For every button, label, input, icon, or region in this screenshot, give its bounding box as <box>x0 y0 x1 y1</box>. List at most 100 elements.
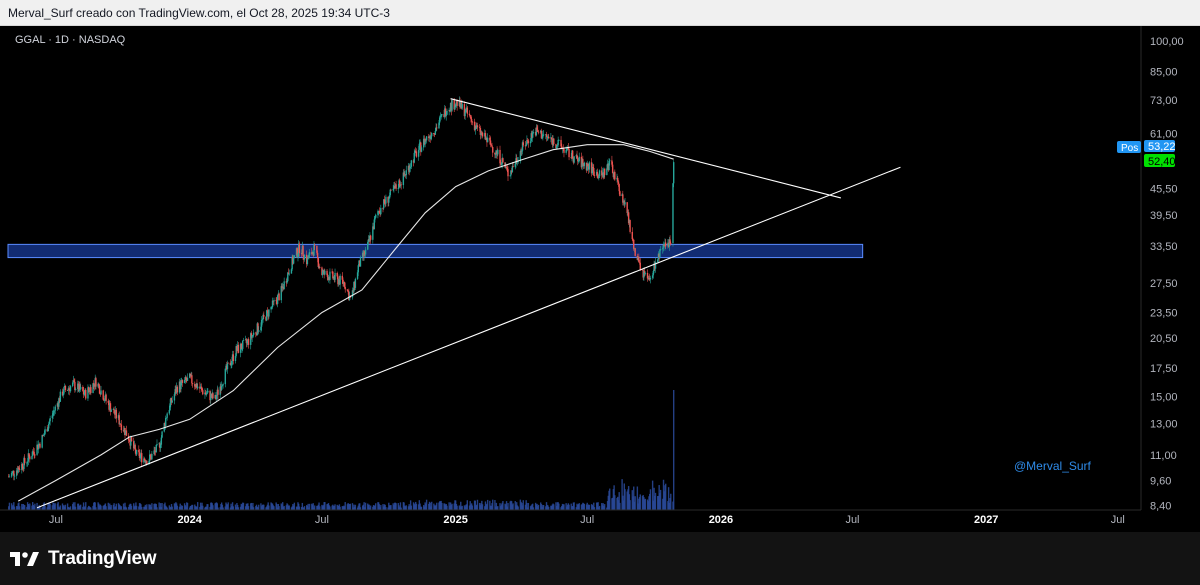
candle-body <box>212 393 214 399</box>
candle-body <box>298 243 301 253</box>
candle-body <box>619 191 621 197</box>
volume-bar <box>395 503 397 510</box>
volume-bar <box>583 503 586 510</box>
candle-body <box>288 273 290 275</box>
candle-body <box>390 189 392 191</box>
candle-body <box>598 170 601 177</box>
candle-body <box>100 390 102 395</box>
candle-body <box>165 417 167 427</box>
candle-body <box>507 169 509 177</box>
trendlines-layer <box>36 98 901 509</box>
candle-body <box>93 383 95 385</box>
candle-body <box>568 149 570 158</box>
candle-body <box>237 344 240 353</box>
volume-bar <box>24 505 26 510</box>
x-tick-label: Jul <box>1111 514 1125 526</box>
volume-bar <box>212 505 214 510</box>
candle-body <box>232 354 234 361</box>
y-tick-label: 33,50 <box>1150 241 1178 253</box>
support-zone-layer <box>7 243 864 259</box>
candle-body <box>161 431 163 438</box>
y-tick-label: 39,50 <box>1150 210 1178 222</box>
volume-bar <box>59 505 62 510</box>
candle-body <box>673 162 675 184</box>
candle-body <box>563 149 565 153</box>
candle-body <box>44 429 46 434</box>
candle-body <box>588 162 591 170</box>
volume-bar <box>415 503 418 510</box>
candle-body <box>303 254 306 260</box>
volume-bar <box>196 502 199 510</box>
volume-bar <box>69 506 72 510</box>
candle-body <box>425 136 428 141</box>
candle-body <box>492 147 494 153</box>
candle-body <box>527 140 530 144</box>
candle-body <box>268 309 270 317</box>
candle-body <box>405 170 407 176</box>
candle-body <box>186 377 189 381</box>
candle-body <box>430 133 433 137</box>
candle-body <box>115 409 117 419</box>
y-tick-label: 13,00 <box>1150 419 1178 431</box>
candlestick-chart[interactable]: 100,00 85,00 73,00 61,00 45,50 39,50 33,50 27,5… <box>0 0 1200 532</box>
candle-body <box>54 406 56 411</box>
candle-body <box>359 257 362 267</box>
volume-bar <box>313 505 316 510</box>
volume-bar <box>191 504 194 510</box>
x-tick-label: 2026 <box>709 514 733 526</box>
candle-body <box>173 394 176 401</box>
candle-body <box>553 138 555 145</box>
y-tick-label: 17,50 <box>1150 363 1178 375</box>
volume-bar <box>405 505 407 510</box>
descending-trendline <box>450 98 841 199</box>
candle-body <box>557 140 559 146</box>
candle-body <box>308 252 311 255</box>
tradingview-logo-icon <box>10 552 39 566</box>
candle-body <box>512 166 514 167</box>
candle-body <box>606 168 608 176</box>
pos-badge-label: Pos <box>1121 143 1138 154</box>
x-tick-label: 2027 <box>974 514 998 526</box>
volume-bar <box>410 505 413 510</box>
volume-bar <box>471 505 474 510</box>
volume-bar <box>44 505 46 510</box>
x-tick-label: 2024 <box>177 514 202 526</box>
candle-body <box>18 469 21 471</box>
candle-body <box>34 454 36 456</box>
volume-bar <box>639 494 641 510</box>
candle-body <box>151 454 153 460</box>
volume-bar <box>161 503 163 510</box>
x-tick-label: Jul <box>845 514 859 526</box>
volume-bar <box>202 505 204 510</box>
y-tick-label: 100,00 <box>1150 36 1184 48</box>
candle-body <box>258 330 260 332</box>
candle-body <box>633 239 635 249</box>
volume-bar <box>105 506 107 510</box>
candle-body <box>247 339 250 345</box>
candle-body <box>571 150 574 159</box>
volume-bar <box>18 506 21 510</box>
candle-body <box>222 384 224 386</box>
x-tick-label: Jul <box>49 514 63 526</box>
volume-bar <box>553 504 555 510</box>
tradingview-logo[interactable]: TradingView <box>10 546 157 572</box>
candle-body <box>346 289 349 291</box>
candle-body <box>217 389 219 395</box>
x-tick-label: Jul <box>580 514 594 526</box>
candle-body <box>263 315 265 317</box>
symbol-label[interactable]: GGAL · 1D · NASDAQ <box>15 34 125 46</box>
candle-body <box>141 453 143 463</box>
volume-bar <box>659 489 662 510</box>
candle-body <box>29 456 31 460</box>
volume-bar <box>481 504 484 510</box>
volume-bar <box>263 504 265 510</box>
price-axis: 100,00 85,00 73,00 61,00 45,50 39,50 33,50 27,5… <box>1150 36 1184 513</box>
volume-bar <box>446 505 448 510</box>
candle-body <box>436 127 438 129</box>
candle-body <box>156 443 158 445</box>
volume-bar <box>609 488 611 510</box>
candle-body <box>63 387 65 394</box>
volume-bar <box>349 503 351 510</box>
volume-bar <box>425 499 428 510</box>
candle-body <box>95 378 97 387</box>
